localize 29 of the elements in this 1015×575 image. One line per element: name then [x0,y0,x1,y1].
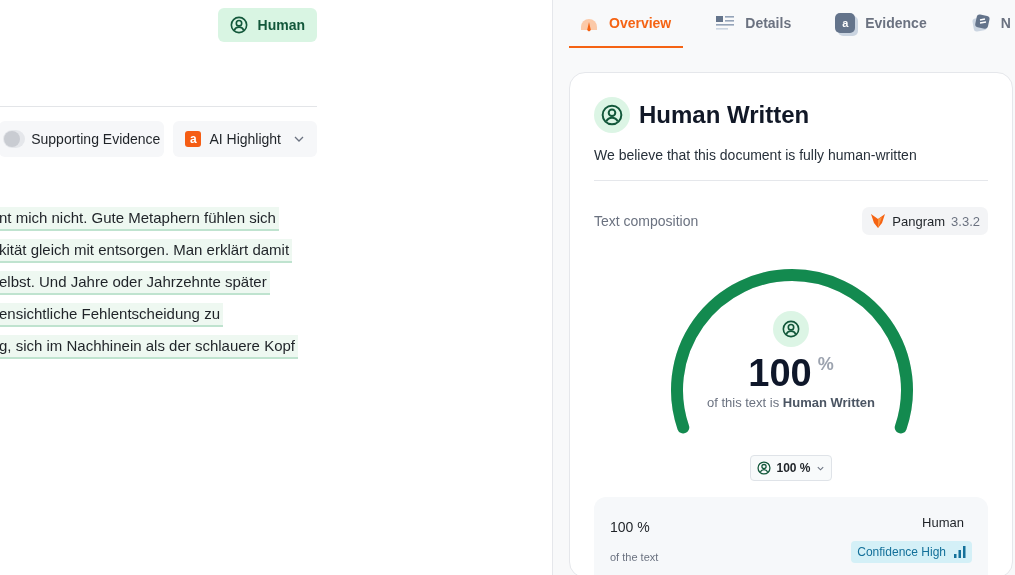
ai-icon: a [185,131,202,147]
percent-sign: % [817,353,834,375]
breakdown-percent: 100 % [610,519,651,535]
list-icon [715,13,736,33]
tab[interactable]: N [960,0,1015,48]
signal-bars-icon [954,546,966,558]
gauge-caption: of this text is Human Written [706,395,876,410]
ai-highlight-dropdown[interactable]: a AI Highlight [173,121,317,157]
model-badge: Pangram 3.3.2 [862,207,988,235]
evidence-icon: a [835,13,856,33]
tab[interactable]: a Evidence [825,0,939,48]
person-icon [594,97,630,133]
category-label: Human [922,515,964,530]
breakdown-caption: of the text [610,551,659,563]
gauge-value: 100 [748,353,812,393]
result-title: Human Written [639,101,810,129]
confidence-badge: Confidence High [851,541,972,563]
human-badge[interactable]: Human [217,8,317,42]
person-icon [757,461,772,475]
tab[interactable]: Details [705,0,804,48]
percentage-dropdown[interactable]: 100 % [750,455,832,481]
result-description: We believe that this document is fully human-written [594,147,918,163]
note-icon [970,13,991,33]
toggle-switch[interactable] [3,130,26,148]
supporting-evidence-toggle[interactable]: Supporting Evidence [0,121,165,157]
person-icon [229,16,248,34]
section-label: Text composition [594,213,699,229]
person-icon [773,311,809,347]
fox-logo-icon [870,213,887,229]
